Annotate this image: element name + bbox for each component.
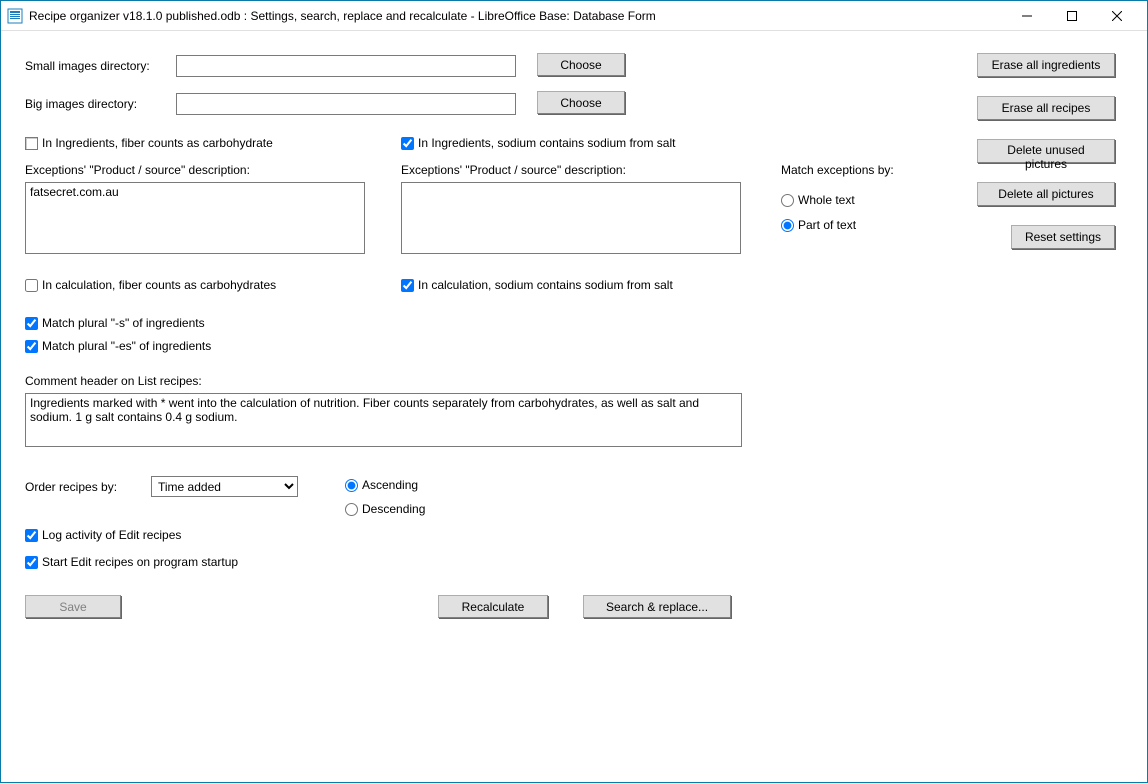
- fiber-carb-calc-label: In calculation, fiber counts as carbohyd…: [42, 278, 276, 292]
- exceptions-right-label: Exceptions' "Product / source" descripti…: [401, 163, 626, 177]
- match-s-checkbox[interactable]: [25, 317, 38, 330]
- search-replace-button[interactable]: Search & replace...: [583, 595, 731, 618]
- fiber-carb-ingredient-label: In Ingredients, fiber counts as carbohyd…: [42, 136, 273, 150]
- ascending-label: Ascending: [362, 478, 418, 492]
- small-images-dir-label: Small images directory:: [25, 59, 150, 73]
- order-recipes-label: Order recipes by:: [25, 480, 117, 494]
- sodium-salt-ingredient-checkbox[interactable]: [401, 137, 414, 150]
- maximize-button[interactable]: [1049, 2, 1094, 30]
- exceptions-left-textarea[interactable]: fatsecret.com.au: [25, 182, 365, 254]
- sodium-salt-ingredient-label: In Ingredients, sodium contains sodium f…: [418, 136, 675, 150]
- choose-big-dir-button[interactable]: Choose: [537, 91, 625, 114]
- order-recipes-select[interactable]: Time added: [151, 476, 298, 497]
- sodium-salt-calc-checkbox[interactable]: [401, 279, 414, 292]
- whole-text-row[interactable]: Whole text: [781, 193, 855, 207]
- erase-ingredients-button[interactable]: Erase all ingredients: [977, 53, 1115, 77]
- part-text-label: Part of text: [798, 218, 856, 232]
- fiber-carb-calc-checkbox[interactable]: [25, 279, 38, 292]
- start-edit-label: Start Edit recipes on program startup: [42, 555, 238, 569]
- match-s-row[interactable]: Match plural "-s" of ingredients: [25, 316, 205, 330]
- delete-unused-pictures-button[interactable]: Delete unused pictures: [977, 139, 1115, 163]
- choose-small-dir-button[interactable]: Choose: [537, 53, 625, 76]
- erase-recipes-button[interactable]: Erase all recipes: [977, 96, 1115, 120]
- sodium-salt-ingredient-checkbox-row[interactable]: In Ingredients, sodium contains sodium f…: [401, 136, 675, 150]
- log-activity-label: Log activity of Edit recipes: [42, 528, 181, 542]
- reset-settings-button[interactable]: Reset settings: [1011, 225, 1115, 249]
- sodium-salt-calc-checkbox-row[interactable]: In calculation, sodium contains sodium f…: [401, 278, 673, 292]
- match-s-label: Match plural "-s" of ingredients: [42, 316, 205, 330]
- fiber-carb-calc-checkbox-row[interactable]: In calculation, fiber counts as carbohyd…: [25, 278, 276, 292]
- save-button[interactable]: Save: [25, 595, 121, 618]
- start-edit-checkbox[interactable]: [25, 556, 38, 569]
- part-text-row[interactable]: Part of text: [781, 218, 856, 232]
- exceptions-left-label: Exceptions' "Product / source" descripti…: [25, 163, 250, 177]
- recalculate-button[interactable]: Recalculate: [438, 595, 548, 618]
- log-activity-row[interactable]: Log activity of Edit recipes: [25, 528, 181, 542]
- match-exceptions-label: Match exceptions by:: [781, 163, 894, 177]
- match-es-row[interactable]: Match plural "-es" of ingredients: [25, 339, 211, 353]
- whole-text-label: Whole text: [798, 193, 855, 207]
- titlebar: Recipe organizer v18.1.0 published.odb :…: [1, 1, 1147, 31]
- whole-text-radio[interactable]: [781, 194, 794, 207]
- match-es-checkbox[interactable]: [25, 340, 38, 353]
- big-images-dir-label: Big images directory:: [25, 97, 137, 111]
- small-images-dir-input[interactable]: [176, 55, 516, 77]
- exceptions-right-textarea[interactable]: [401, 182, 741, 254]
- log-activity-checkbox[interactable]: [25, 529, 38, 542]
- comment-header-label: Comment header on List recipes:: [25, 374, 202, 388]
- window-title: Recipe organizer v18.1.0 published.odb :…: [29, 9, 1004, 23]
- fiber-carb-ingredient-checkbox[interactable]: [25, 137, 38, 150]
- descending-radio[interactable]: [345, 503, 358, 516]
- descending-label: Descending: [362, 502, 425, 516]
- ascending-row[interactable]: Ascending: [345, 478, 418, 492]
- start-edit-row[interactable]: Start Edit recipes on program startup: [25, 555, 238, 569]
- ascending-radio[interactable]: [345, 479, 358, 492]
- sodium-salt-calc-label: In calculation, sodium contains sodium f…: [418, 278, 673, 292]
- big-images-dir-input[interactable]: [176, 93, 516, 115]
- minimize-button[interactable]: [1004, 2, 1049, 30]
- part-text-radio[interactable]: [781, 219, 794, 232]
- comment-header-textarea[interactable]: Ingredients marked with * went into the …: [25, 393, 742, 447]
- close-button[interactable]: [1094, 2, 1139, 30]
- app-icon: [7, 8, 23, 24]
- match-es-label: Match plural "-es" of ingredients: [42, 339, 211, 353]
- delete-all-pictures-button[interactable]: Delete all pictures: [977, 182, 1115, 206]
- descending-row[interactable]: Descending: [345, 502, 425, 516]
- fiber-carb-ingredient-checkbox-row[interactable]: In Ingredients, fiber counts as carbohyd…: [25, 136, 273, 150]
